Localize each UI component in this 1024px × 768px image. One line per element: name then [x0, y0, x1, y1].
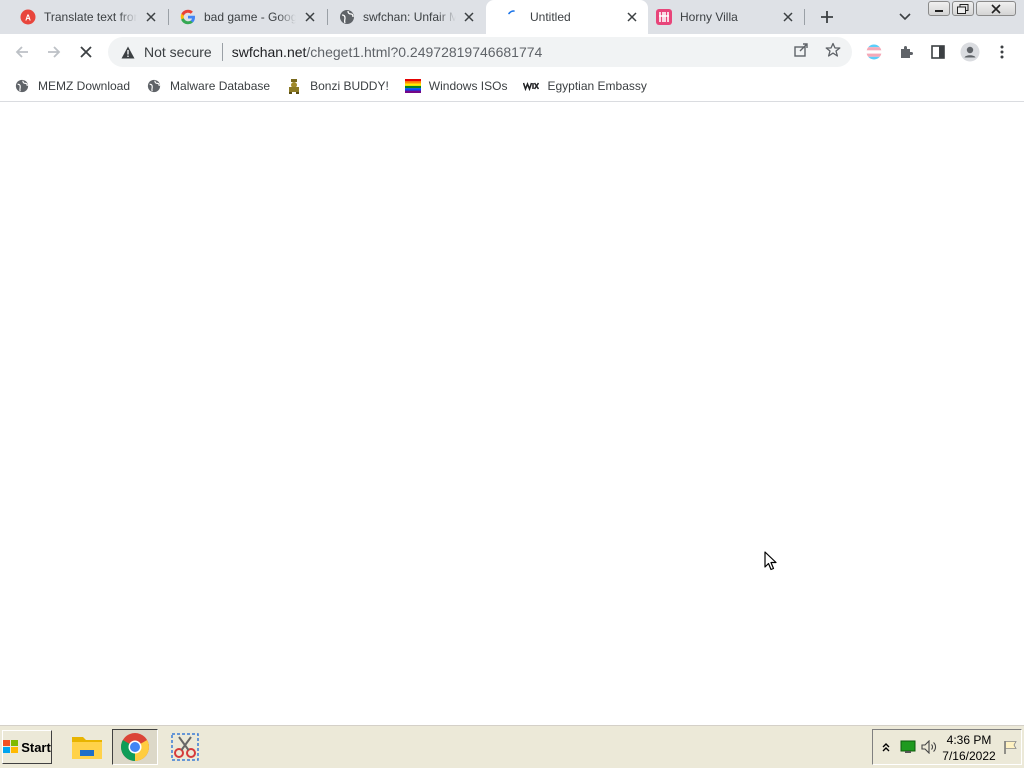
close-tab-icon[interactable]: [780, 9, 796, 25]
tab-title: Translate text from: [44, 10, 138, 24]
google-favicon-icon: [180, 9, 196, 25]
windows-logo-icon: [3, 740, 19, 753]
chrome-icon: [121, 733, 149, 761]
address-bar[interactable]: Not secure swfchan.net/cheget1.html?0.24…: [108, 37, 852, 67]
start-label: Start: [21, 739, 51, 755]
clock[interactable]: 4:36 PM 7/16/2022: [939, 732, 999, 764]
volume-icon[interactable]: [921, 738, 939, 756]
system-tray: 4:36 PM 7/16/2022: [872, 729, 1022, 765]
close-icon: [991, 3, 1001, 14]
taskbar: Start 4:36 PM 7/16/2022: [0, 724, 1024, 768]
tab-swfchan[interactable]: swfchan: Unfair M: [319, 0, 485, 34]
url-text[interactable]: swfchan.net/cheget1.html?0.2497281974668…: [232, 44, 543, 60]
tab-separator: [804, 9, 805, 25]
chevron-down-icon: [899, 13, 911, 21]
translate-favicon-icon: A: [20, 9, 36, 25]
bookmarks-bar: MEMZ Download Malware Database Bonzi BUD…: [0, 70, 1024, 102]
start-button[interactable]: Start: [2, 730, 52, 764]
stop-icon: [80, 46, 92, 58]
warning-triangle-icon: [120, 44, 136, 60]
close-tab-icon[interactable]: [462, 9, 477, 25]
taskbar-file-explorer[interactable]: [64, 729, 110, 765]
forward-arrow-icon: [48, 46, 61, 58]
close-tab-icon[interactable]: [143, 9, 158, 25]
omnibox-divider: [221, 43, 223, 61]
clock-date: 7/16/2022: [942, 749, 996, 763]
restore-icon: [957, 3, 969, 14]
forward-button[interactable]: [40, 38, 68, 66]
tab-search-button[interactable]: [894, 6, 916, 28]
trans-flag-extension-icon[interactable]: [862, 40, 886, 64]
url-path: /cheget1.html?0.24972819746681774: [306, 44, 543, 60]
bookmark-memz-download[interactable]: MEMZ Download: [6, 72, 138, 100]
svg-text:A: A: [25, 14, 31, 23]
plus-icon: [821, 11, 833, 23]
globe-icon: [14, 78, 30, 94]
tab-strip: A Translate text from bad game - Goog sw…: [0, 0, 1024, 34]
tab-translate[interactable]: A Translate text from: [0, 0, 166, 34]
tab-title: Horny Villa: [680, 10, 738, 24]
back-button[interactable]: [8, 38, 36, 66]
tab-title: bad game - Goog: [204, 10, 297, 24]
browser-toolbar: Not secure swfchan.net/cheget1.html?0.24…: [0, 34, 1024, 70]
desktop-screen: A Translate text from bad game - Goog sw…: [0, 0, 1024, 768]
more-menu-icon[interactable]: [990, 40, 1014, 64]
restore-button[interactable]: [952, 1, 974, 16]
rainbow-flag-icon: [404, 78, 421, 94]
bookmark-windows-isos[interactable]: Windows ISOs: [397, 72, 516, 100]
network-monitor-icon[interactable]: [899, 738, 917, 756]
bookmark-bonzi-buddy[interactable]: Bonzi BUDDY!: [278, 72, 397, 100]
tray-expand-icon[interactable]: [877, 738, 895, 756]
window-controls: [928, 1, 1016, 16]
side-panel-icon[interactable]: [926, 40, 950, 64]
back-arrow-icon: [15, 46, 28, 58]
close-window-button[interactable]: [976, 1, 1016, 16]
tab-horny-villa[interactable]: Horny Villa: [636, 0, 804, 34]
minimize-button[interactable]: [928, 1, 950, 16]
share-icon[interactable]: [792, 41, 810, 59]
stop-loading-button[interactable]: [72, 38, 100, 66]
bonzi-icon: [286, 78, 302, 94]
bookmark-label: Egyptian Embassy: [547, 78, 647, 93]
mouse-cursor-icon: [764, 551, 778, 571]
bookmark-label: Malware Database: [170, 78, 271, 93]
villa-favicon-icon: [656, 9, 672, 25]
action-center-flag-icon[interactable]: [1003, 739, 1019, 755]
page-content-area[interactable]: [0, 103, 1024, 724]
bookmark-egyptian-embassy[interactable]: Egyptian Embassy: [515, 72, 654, 100]
wix-icon: [523, 78, 540, 94]
bookmark-label: Bonzi BUDDY!: [310, 78, 389, 93]
loading-spinner-icon: [506, 9, 522, 25]
globe-icon: [146, 78, 162, 94]
file-explorer-icon: [72, 737, 102, 759]
minimize-icon: [935, 9, 943, 12]
bookmark-label: MEMZ Download: [38, 78, 131, 93]
bookmark-malware-database[interactable]: Malware Database: [138, 72, 278, 100]
profile-avatar-icon[interactable]: [958, 40, 982, 64]
bookmark-label: Windows ISOs: [428, 78, 508, 93]
tab-title: swfchan: Unfair M: [363, 10, 456, 24]
new-tab-button[interactable]: [816, 6, 838, 28]
clock-time: 4:36 PM: [946, 733, 992, 747]
snipping-tool-icon: [171, 733, 199, 761]
security-label: Not secure: [144, 44, 212, 60]
close-tab-icon[interactable]: [302, 9, 318, 25]
bookmark-star-icon[interactable]: [824, 41, 842, 59]
tab-google-search[interactable]: bad game - Goog: [160, 0, 326, 34]
taskbar-snipping-tool[interactable]: [162, 729, 208, 765]
security-chip[interactable]: Not secure: [108, 44, 212, 60]
url-domain: swfchan.net: [231, 44, 307, 60]
tab-title: Untitled: [530, 10, 571, 24]
tab-untitled-active[interactable]: Untitled: [486, 0, 648, 34]
globe-favicon-icon: [339, 9, 355, 25]
extensions-puzzle-icon[interactable]: [894, 40, 918, 64]
taskbar-chrome[interactable]: [112, 729, 158, 765]
